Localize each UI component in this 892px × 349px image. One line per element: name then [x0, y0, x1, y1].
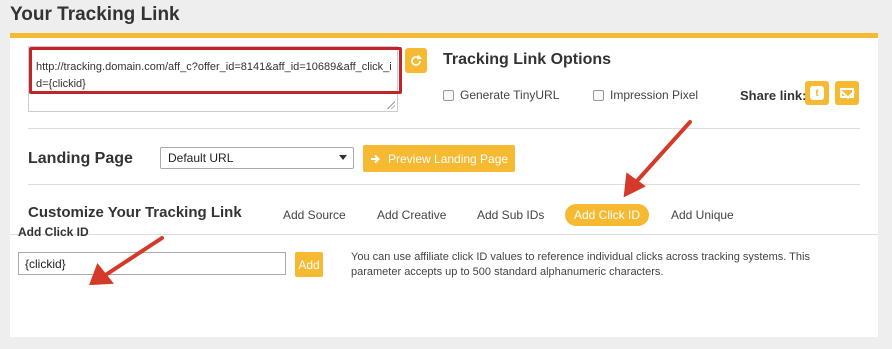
click-id-input[interactable]: {clickid} — [18, 252, 286, 275]
landing-page-selected-value: Default URL — [168, 151, 234, 165]
generate-tinyurl-label: Generate TinyURL — [460, 88, 560, 102]
refresh-icon — [411, 54, 423, 66]
share-twitter-button[interactable]: t — [805, 81, 829, 105]
chevron-down-icon — [339, 155, 347, 160]
checkbox-icon[interactable] — [443, 89, 454, 101]
generate-tinyurl-checkbox[interactable]: Generate TinyURL — [443, 88, 559, 102]
preview-landing-page-label: Preview Landing Page — [388, 151, 509, 166]
tab-add-unique[interactable]: Add Unique — [662, 204, 743, 226]
tab-add-click-id[interactable]: Add Click ID — [565, 204, 650, 226]
add-click-id-button[interactable]: Add — [295, 252, 323, 277]
landing-page-label: Landing Page — [28, 150, 133, 167]
impression-pixel-checkbox[interactable]: Impression Pixel — [593, 88, 698, 102]
twitter-icon: t — [810, 86, 824, 100]
share-link-label: Share link: — [740, 88, 807, 103]
tracking-link-textarea[interactable]: http://tracking.domain.com/aff_c?offer_i… — [28, 46, 402, 112]
tab-add-sub-ids[interactable]: Add Sub IDs — [468, 204, 553, 226]
customize-tracking-link-label: Customize Your Tracking Link — [28, 204, 242, 221]
tracking-link-url[interactable]: http://tracking.domain.com/aff_c?offer_i… — [29, 47, 402, 94]
divider — [28, 184, 860, 185]
impression-pixel-label: Impression Pixel — [610, 88, 699, 102]
add-click-id-label: Add Click ID — [18, 225, 89, 239]
preview-landing-page-button[interactable]: Preview Landing Page — [363, 145, 515, 172]
refresh-link-button[interactable] — [405, 48, 427, 73]
resize-handle-icon[interactable] — [387, 101, 395, 109]
tracking-link-card: http://tracking.domain.com/aff_c?offer_i… — [10, 33, 878, 337]
tab-add-source[interactable]: Add Source — [274, 204, 355, 226]
share-email-button[interactable] — [835, 81, 859, 105]
tab-add-creative[interactable]: Add Creative — [368, 204, 455, 226]
divider — [28, 128, 860, 129]
email-icon — [840, 88, 854, 98]
page-title: Your Tracking Link — [10, 4, 180, 25]
checkbox-icon[interactable] — [593, 89, 604, 101]
tracking-options-title: Tracking Link Options — [443, 51, 612, 68]
arrow-right-icon — [371, 154, 380, 163]
landing-page-select[interactable]: Default URL — [160, 147, 354, 169]
click-id-description: You can use affiliate click ID values to… — [351, 251, 810, 278]
